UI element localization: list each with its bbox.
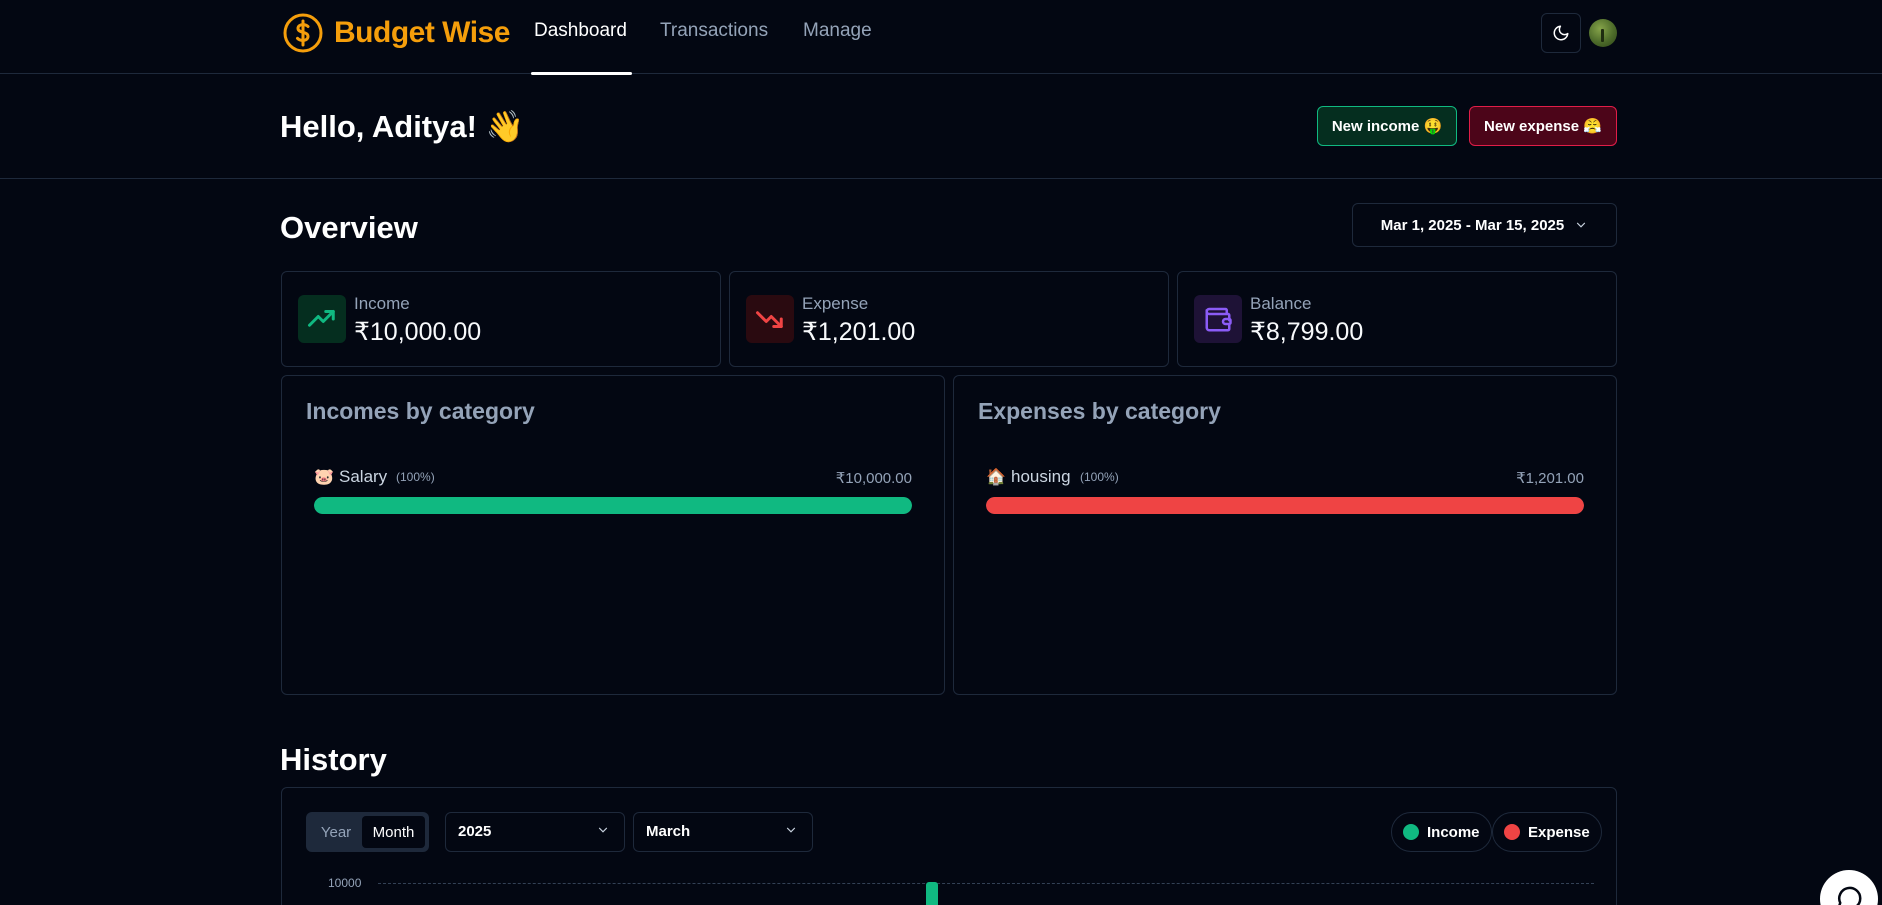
expense-stat-card: Expense ₹1,201.00: [729, 271, 1169, 367]
legend-income[interactable]: Income: [1391, 812, 1492, 852]
expenses-by-category-title: Expenses by category: [978, 398, 1221, 424]
user-avatar[interactable]: [1589, 19, 1617, 47]
date-range-picker[interactable]: Mar 1, 2025 - Mar 15, 2025: [1352, 203, 1617, 247]
y-axis-tick: 10000: [328, 876, 362, 890]
balance-value: ₹8,799.00: [1250, 318, 1364, 346]
year-select[interactable]: 2025: [445, 812, 625, 852]
date-range-value: Mar 1, 2025 - Mar 15, 2025: [1380, 216, 1565, 234]
wallet-icon: [1194, 295, 1242, 343]
year-select-value: 2025: [458, 823, 492, 840]
nav-dashboard[interactable]: Dashboard: [534, 20, 627, 42]
expense-dot-icon: [1504, 824, 1520, 840]
month-select-value: March: [646, 823, 691, 840]
chevron-down-icon: [596, 823, 610, 841]
category-name: Salary: [339, 467, 388, 486]
legend-income-label: Income: [1427, 823, 1480, 841]
chevron-down-icon: [784, 823, 798, 841]
income-value: ₹10,000.00: [354, 318, 482, 346]
nav-manage[interactable]: Manage: [803, 20, 872, 42]
incomes-by-category-card: Incomes by category 🐷 Salary (100%) ₹10,…: [281, 375, 945, 695]
category-progress-fill: [314, 497, 912, 514]
chat-button[interactable]: [1820, 870, 1878, 905]
income-bar[interactable]: [926, 882, 938, 905]
period-toggle: Year Month: [306, 812, 429, 852]
house-icon: 🏠: [986, 469, 1006, 486]
greeting-heading: Hello, Aditya! 👋: [280, 109, 525, 144]
category-amount: ₹10,000.00: [835, 470, 912, 487]
history-card: Year Month 2025 March Income Expense 100…: [281, 787, 1617, 905]
expenses-by-category-card: Expenses by category 🏠 housing (100%) ₹1…: [953, 375, 1617, 695]
dollar-circle-icon: [283, 13, 323, 53]
balance-stat-card: Balance ₹8,799.00: [1177, 271, 1617, 367]
legend-expense-label: Expense: [1528, 823, 1590, 841]
history-title: History: [280, 742, 387, 777]
overview-title: Overview: [280, 210, 418, 245]
month-select[interactable]: March: [633, 812, 813, 852]
income-dot-icon: [1403, 824, 1419, 840]
brand-name: Budget Wise: [334, 16, 510, 49]
chat-bubble-icon: [1838, 886, 1862, 905]
moon-icon: [1553, 25, 1569, 41]
income-stat-card: Income ₹10,000.00: [281, 271, 721, 367]
new-income-button[interactable]: New income 🤑: [1317, 106, 1457, 146]
brand-logo[interactable]: Budget Wise: [282, 12, 510, 54]
nav-transactions[interactable]: Transactions: [660, 20, 768, 42]
theme-toggle-button[interactable]: [1541, 13, 1581, 53]
expense-label: Expense: [802, 294, 869, 313]
category-name: housing: [1011, 467, 1071, 486]
legend-expense[interactable]: Expense: [1492, 812, 1602, 852]
category-amount: ₹1,201.00: [1516, 470, 1584, 487]
income-label: Income: [354, 294, 410, 313]
category-progress-track: [986, 497, 1584, 514]
category-progress-fill: [986, 497, 1584, 514]
chart-grid-line: [378, 883, 1594, 884]
new-expense-button[interactable]: New expense 😤: [1469, 106, 1617, 146]
incomes-by-category-title: Incomes by category: [306, 398, 535, 424]
period-year-tab[interactable]: Year: [310, 816, 362, 848]
category-progress-track: [314, 497, 912, 514]
category-percent: (100%): [1080, 470, 1119, 484]
trending-up-icon: [298, 295, 346, 343]
balance-label: Balance: [1250, 294, 1312, 313]
trending-down-icon: [746, 295, 794, 343]
greeting-bar: Hello, Aditya! 👋 New income 🤑 New expens…: [0, 74, 1882, 179]
top-navbar: Budget Wise Dashboard Transactions Manag…: [0, 0, 1882, 75]
expense-value: ₹1,201.00: [802, 318, 916, 346]
chevron-down-icon: [1577, 222, 1586, 228]
category-percent: (100%): [396, 470, 435, 484]
piggy-bank-icon: 🐷: [314, 469, 334, 486]
period-month-tab[interactable]: Month: [362, 816, 425, 848]
